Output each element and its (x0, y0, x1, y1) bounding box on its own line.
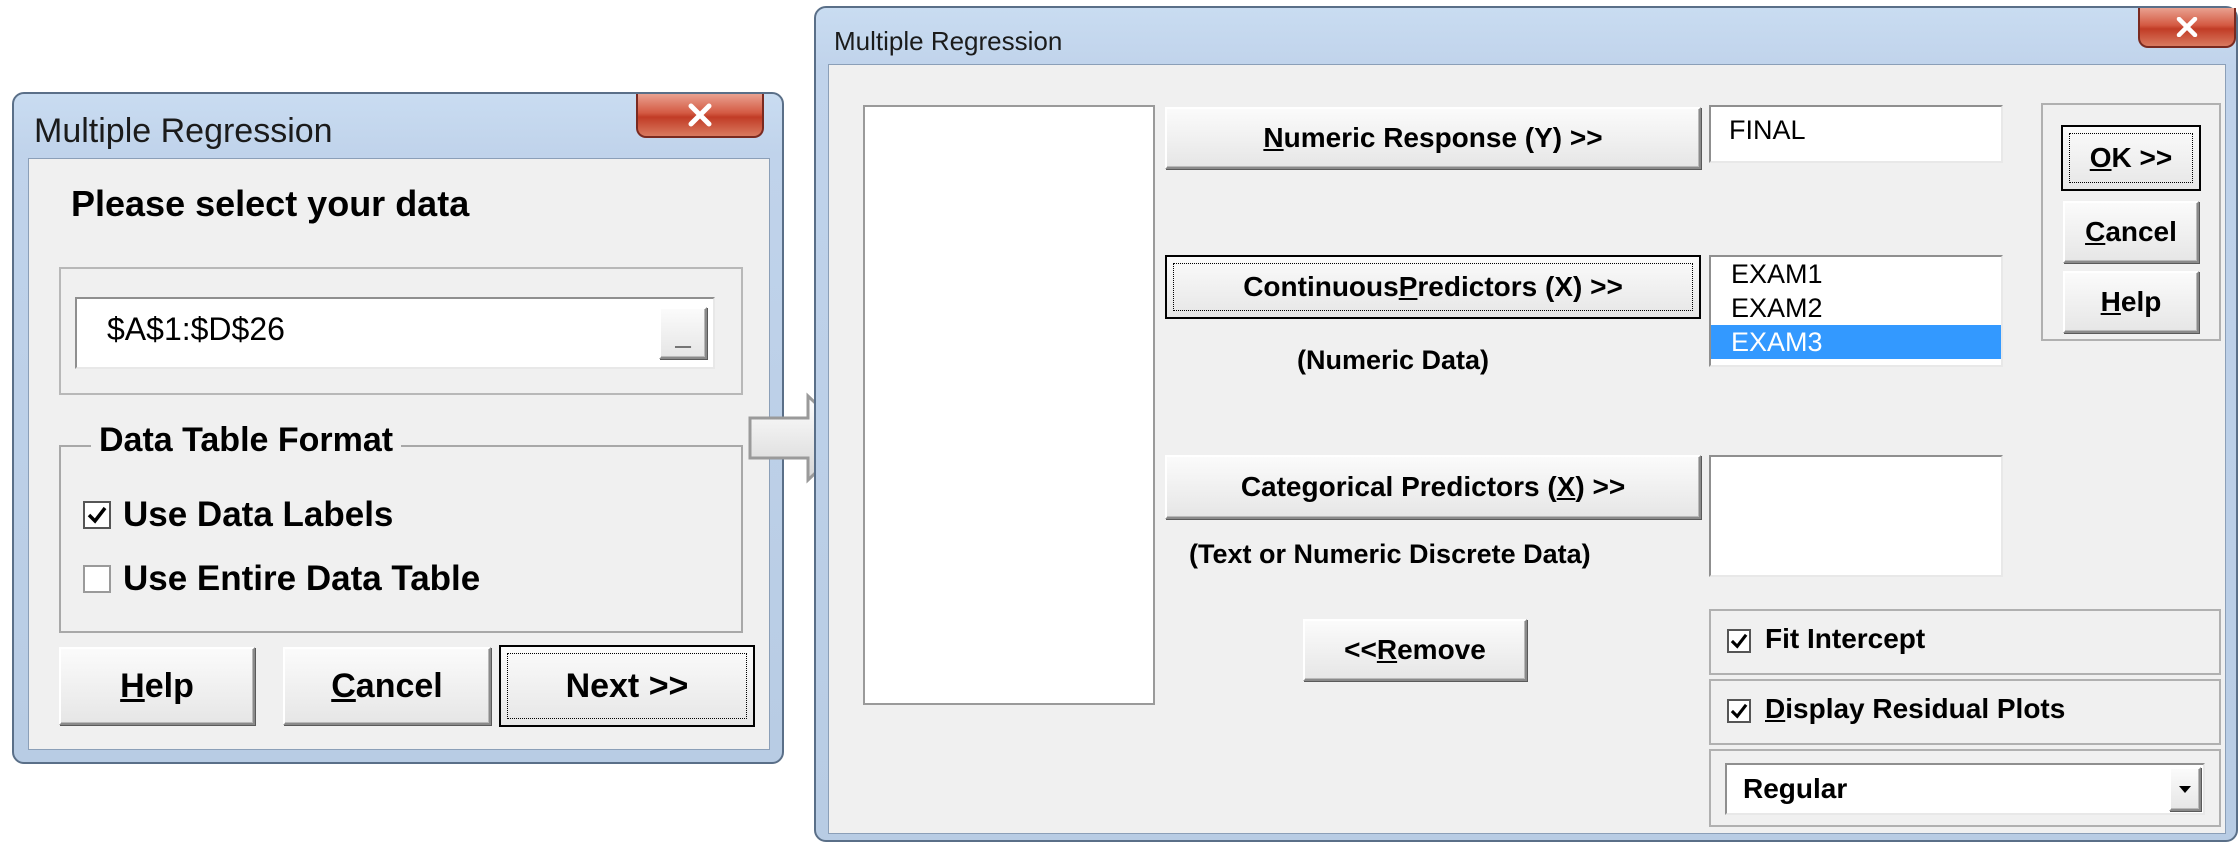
title-bar[interactable]: Multiple Regression (14, 94, 782, 154)
variable-list[interactable] (863, 105, 1155, 705)
cancel-button[interactable]: Cancel (2063, 201, 2199, 263)
use-entire-table-option[interactable]: Use Entire Data Table (83, 559, 643, 599)
display-residual-plots-option[interactable]: Display Residual Plots (1709, 679, 2221, 745)
chevron-down-icon (2179, 785, 2191, 793)
checkmark-icon (1730, 703, 1748, 719)
range-frame: $A$1:$D$26 _ (59, 267, 743, 395)
action-button-panel: OK >> Cancel Help (2041, 103, 2221, 341)
close-icon (688, 103, 712, 127)
range-input[interactable]: $A$1:$D$26 _ (75, 297, 715, 369)
prompt-heading: Please select your data (71, 183, 470, 224)
fit-intercept-option[interactable]: Fit Intercept (1709, 609, 2221, 675)
window-title: Multiple Regression (834, 26, 1063, 56)
list-item[interactable]: EXAM2 (1711, 291, 2001, 325)
help-button[interactable]: Help (2063, 271, 2199, 333)
fit-intercept-label: Fit Intercept (1765, 623, 1926, 654)
residual-type-value: Regular (1743, 773, 1848, 804)
continuous-predictors-button[interactable]: Continuous Predictors (X) >> (1165, 255, 1701, 319)
cancel-button[interactable]: Cancel (283, 647, 491, 725)
residual-type-select[interactable]: Regular (1725, 763, 2205, 815)
residual-type-frame: Regular (1709, 749, 2221, 827)
ok-button[interactable]: OK >> (2061, 125, 2201, 191)
range-select-button[interactable]: _ (659, 307, 707, 359)
list-item-selected[interactable]: EXAM3 (1711, 325, 2001, 359)
display-residual-plots-label: Display Residual Plots (1765, 693, 2066, 724)
group-legend: Data Table Format (91, 421, 402, 460)
help-button[interactable]: Help (59, 647, 255, 725)
numeric-data-note: (Numeric Data) (1297, 345, 1490, 375)
multiple-regression-dialog: Multiple Regression Numeric Response (Y)… (814, 6, 2238, 842)
fit-intercept-checkbox[interactable] (1727, 629, 1751, 653)
display-residual-plots-checkbox[interactable] (1727, 699, 1751, 723)
checkmark-icon (87, 506, 107, 524)
numeric-response-value: FINAL (1729, 115, 1806, 145)
categorical-predictors-list[interactable] (1709, 455, 2003, 577)
window-title: Multiple Regression (34, 112, 333, 150)
categorical-predictors-button[interactable]: Categorical Predictors (X) >> (1165, 455, 1701, 519)
checkmark-icon (1730, 633, 1748, 649)
select-data-dialog: Multiple Regression Please select your d… (12, 92, 784, 764)
numeric-response-field[interactable]: FINAL (1709, 105, 2003, 163)
close-button[interactable] (636, 94, 764, 138)
categorical-data-note: (Text or Numeric Discrete Data) (1189, 539, 1591, 569)
continuous-predictors-list[interactable]: EXAM1 EXAM2 EXAM3 (1709, 255, 2003, 367)
data-table-format-group: Data Table Format Use Data Labels Use En… (59, 421, 743, 633)
list-item[interactable]: EXAM1 (1711, 257, 2001, 291)
residual-type-dropdown-button[interactable] (2169, 767, 2201, 811)
next-button[interactable]: Next >> (499, 645, 755, 727)
dialog-client-area: Numeric Response (Y) >> FINAL Continuous… (828, 64, 2226, 834)
remove-button[interactable]: << Remove (1303, 619, 1527, 681)
close-icon (2176, 17, 2198, 37)
range-input-value: $A$1:$D$26 (107, 311, 285, 347)
use-data-labels-checkbox[interactable] (83, 501, 111, 529)
use-entire-table-checkbox[interactable] (83, 565, 111, 593)
numeric-response-button[interactable]: Numeric Response (Y) >> (1165, 107, 1701, 169)
dialog-client-area: Please select your data $A$1:$D$26 _ Dat… (28, 158, 770, 750)
use-entire-table-label: Use Entire Data Table (123, 559, 481, 598)
use-data-labels-label: Use Data Labels (123, 495, 394, 534)
use-data-labels-option[interactable]: Use Data Labels (83, 495, 583, 535)
title-bar[interactable]: Multiple Regression (816, 8, 2236, 68)
close-button[interactable] (2138, 8, 2236, 48)
